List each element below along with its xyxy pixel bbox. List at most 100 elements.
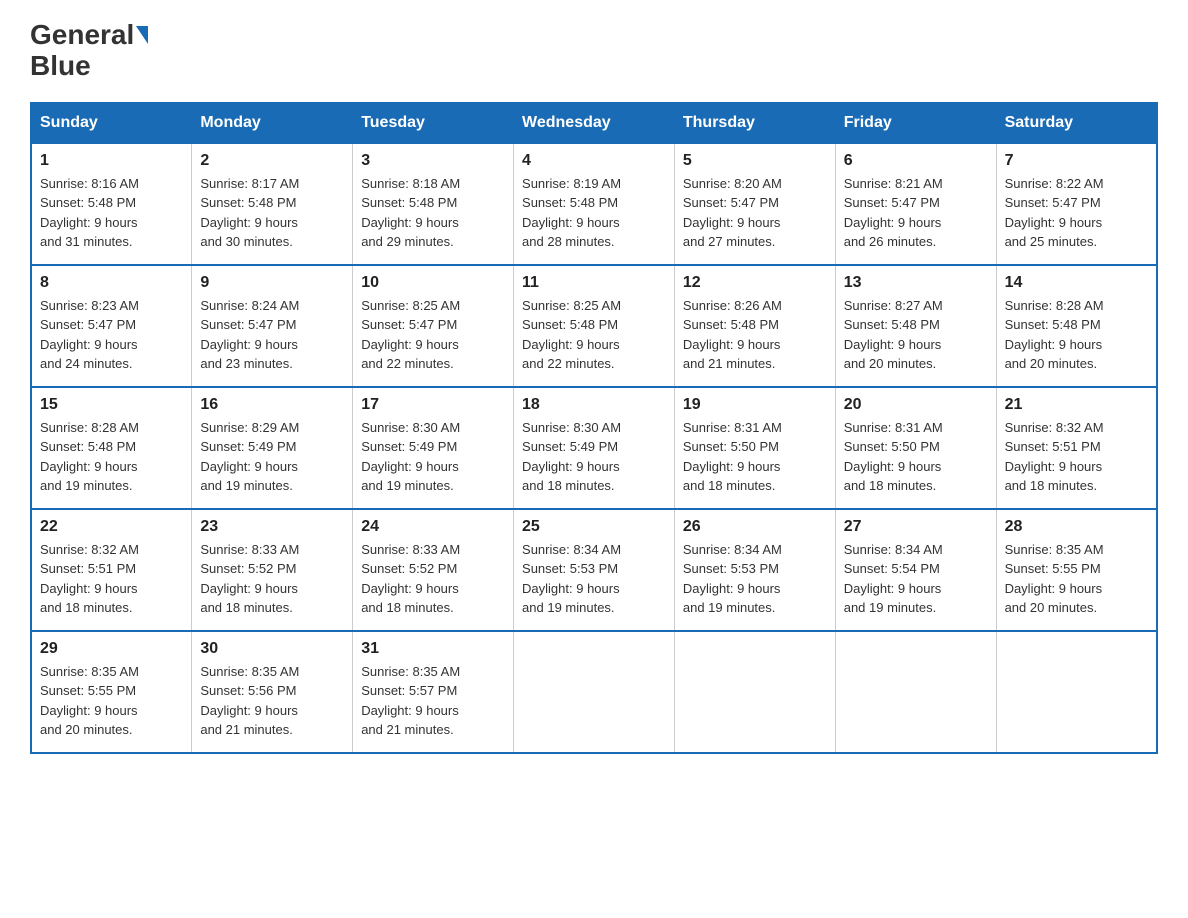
- day-number: 12: [683, 274, 827, 292]
- day-info: Sunrise: 8:30 AM Sunset: 5:49 PM Dayligh…: [522, 418, 666, 496]
- calendar-cell: 29 Sunrise: 8:35 AM Sunset: 5:55 PM Dayl…: [31, 631, 192, 753]
- day-info: Sunrise: 8:26 AM Sunset: 5:48 PM Dayligh…: [683, 296, 827, 374]
- day-info: Sunrise: 8:25 AM Sunset: 5:47 PM Dayligh…: [361, 296, 505, 374]
- calendar-cell: 13 Sunrise: 8:27 AM Sunset: 5:48 PM Dayl…: [835, 265, 996, 387]
- day-number: 9: [200, 274, 344, 292]
- day-number: 7: [1005, 152, 1148, 170]
- day-info: Sunrise: 8:18 AM Sunset: 5:48 PM Dayligh…: [361, 174, 505, 252]
- day-info: Sunrise: 8:23 AM Sunset: 5:47 PM Dayligh…: [40, 296, 183, 374]
- day-info: Sunrise: 8:32 AM Sunset: 5:51 PM Dayligh…: [1005, 418, 1148, 496]
- day-info: Sunrise: 8:31 AM Sunset: 5:50 PM Dayligh…: [844, 418, 988, 496]
- calendar-cell: [514, 631, 675, 753]
- day-info: Sunrise: 8:20 AM Sunset: 5:47 PM Dayligh…: [683, 174, 827, 252]
- day-number: 24: [361, 518, 505, 536]
- calendar-cell: 9 Sunrise: 8:24 AM Sunset: 5:47 PM Dayli…: [192, 265, 353, 387]
- day-info: Sunrise: 8:34 AM Sunset: 5:54 PM Dayligh…: [844, 540, 988, 618]
- day-info: Sunrise: 8:35 AM Sunset: 5:55 PM Dayligh…: [1005, 540, 1148, 618]
- day-number: 31: [361, 640, 505, 658]
- calendar-cell: 30 Sunrise: 8:35 AM Sunset: 5:56 PM Dayl…: [192, 631, 353, 753]
- calendar-header-row: SundayMondayTuesdayWednesdayThursdayFrid…: [31, 103, 1157, 143]
- day-number: 25: [522, 518, 666, 536]
- day-number: 13: [844, 274, 988, 292]
- week-row-2: 8 Sunrise: 8:23 AM Sunset: 5:47 PM Dayli…: [31, 265, 1157, 387]
- calendar-cell: 31 Sunrise: 8:35 AM Sunset: 5:57 PM Dayl…: [353, 631, 514, 753]
- day-info: Sunrise: 8:34 AM Sunset: 5:53 PM Dayligh…: [683, 540, 827, 618]
- day-info: Sunrise: 8:33 AM Sunset: 5:52 PM Dayligh…: [200, 540, 344, 618]
- day-info: Sunrise: 8:21 AM Sunset: 5:47 PM Dayligh…: [844, 174, 988, 252]
- calendar-cell: 8 Sunrise: 8:23 AM Sunset: 5:47 PM Dayli…: [31, 265, 192, 387]
- calendar-cell: 23 Sunrise: 8:33 AM Sunset: 5:52 PM Dayl…: [192, 509, 353, 631]
- day-info: Sunrise: 8:35 AM Sunset: 5:56 PM Dayligh…: [200, 662, 344, 740]
- calendar-cell: 10 Sunrise: 8:25 AM Sunset: 5:47 PM Dayl…: [353, 265, 514, 387]
- day-number: 6: [844, 152, 988, 170]
- calendar-cell: 7 Sunrise: 8:22 AM Sunset: 5:47 PM Dayli…: [996, 143, 1157, 265]
- day-info: Sunrise: 8:35 AM Sunset: 5:57 PM Dayligh…: [361, 662, 505, 740]
- calendar-cell: 22 Sunrise: 8:32 AM Sunset: 5:51 PM Dayl…: [31, 509, 192, 631]
- calendar-cell: 11 Sunrise: 8:25 AM Sunset: 5:48 PM Dayl…: [514, 265, 675, 387]
- day-number: 15: [40, 396, 183, 414]
- week-row-5: 29 Sunrise: 8:35 AM Sunset: 5:55 PM Dayl…: [31, 631, 1157, 753]
- day-number: 20: [844, 396, 988, 414]
- day-info: Sunrise: 8:19 AM Sunset: 5:48 PM Dayligh…: [522, 174, 666, 252]
- calendar-cell: [674, 631, 835, 753]
- logo-general-text: General: [30, 20, 134, 51]
- day-number: 16: [200, 396, 344, 414]
- calendar-cell: 20 Sunrise: 8:31 AM Sunset: 5:50 PM Dayl…: [835, 387, 996, 509]
- calendar-cell: 25 Sunrise: 8:34 AM Sunset: 5:53 PM Dayl…: [514, 509, 675, 631]
- calendar-cell: 5 Sunrise: 8:20 AM Sunset: 5:47 PM Dayli…: [674, 143, 835, 265]
- calendar-cell: 12 Sunrise: 8:26 AM Sunset: 5:48 PM Dayl…: [674, 265, 835, 387]
- calendar-cell: [835, 631, 996, 753]
- day-number: 5: [683, 152, 827, 170]
- day-info: Sunrise: 8:25 AM Sunset: 5:48 PM Dayligh…: [522, 296, 666, 374]
- day-info: Sunrise: 8:32 AM Sunset: 5:51 PM Dayligh…: [40, 540, 183, 618]
- calendar-cell: 21 Sunrise: 8:32 AM Sunset: 5:51 PM Dayl…: [996, 387, 1157, 509]
- logo-blue-text: Blue: [30, 51, 91, 82]
- day-number: 19: [683, 396, 827, 414]
- day-number: 14: [1005, 274, 1148, 292]
- calendar-cell: 17 Sunrise: 8:30 AM Sunset: 5:49 PM Dayl…: [353, 387, 514, 509]
- day-info: Sunrise: 8:28 AM Sunset: 5:48 PM Dayligh…: [1005, 296, 1148, 374]
- calendar-cell: 18 Sunrise: 8:30 AM Sunset: 5:49 PM Dayl…: [514, 387, 675, 509]
- day-info: Sunrise: 8:17 AM Sunset: 5:48 PM Dayligh…: [200, 174, 344, 252]
- day-number: 4: [522, 152, 666, 170]
- day-number: 29: [40, 640, 183, 658]
- header-wednesday: Wednesday: [514, 103, 675, 143]
- day-number: 10: [361, 274, 505, 292]
- calendar-cell: 14 Sunrise: 8:28 AM Sunset: 5:48 PM Dayl…: [996, 265, 1157, 387]
- day-number: 8: [40, 274, 183, 292]
- day-number: 28: [1005, 518, 1148, 536]
- calendar-cell: 1 Sunrise: 8:16 AM Sunset: 5:48 PM Dayli…: [31, 143, 192, 265]
- day-number: 3: [361, 152, 505, 170]
- calendar-cell: 2 Sunrise: 8:17 AM Sunset: 5:48 PM Dayli…: [192, 143, 353, 265]
- header-thursday: Thursday: [674, 103, 835, 143]
- day-number: 26: [683, 518, 827, 536]
- day-number: 1: [40, 152, 183, 170]
- calendar-cell: 24 Sunrise: 8:33 AM Sunset: 5:52 PM Dayl…: [353, 509, 514, 631]
- day-number: 2: [200, 152, 344, 170]
- day-number: 30: [200, 640, 344, 658]
- day-info: Sunrise: 8:16 AM Sunset: 5:48 PM Dayligh…: [40, 174, 183, 252]
- logo: General Blue: [30, 20, 148, 82]
- calendar-cell: 6 Sunrise: 8:21 AM Sunset: 5:47 PM Dayli…: [835, 143, 996, 265]
- calendar-cell: [996, 631, 1157, 753]
- day-number: 22: [40, 518, 183, 536]
- header-sunday: Sunday: [31, 103, 192, 143]
- day-info: Sunrise: 8:35 AM Sunset: 5:55 PM Dayligh…: [40, 662, 183, 740]
- week-row-3: 15 Sunrise: 8:28 AM Sunset: 5:48 PM Dayl…: [31, 387, 1157, 509]
- day-info: Sunrise: 8:33 AM Sunset: 5:52 PM Dayligh…: [361, 540, 505, 618]
- day-info: Sunrise: 8:27 AM Sunset: 5:48 PM Dayligh…: [844, 296, 988, 374]
- day-info: Sunrise: 8:31 AM Sunset: 5:50 PM Dayligh…: [683, 418, 827, 496]
- header-friday: Friday: [835, 103, 996, 143]
- header-saturday: Saturday: [996, 103, 1157, 143]
- calendar-cell: 16 Sunrise: 8:29 AM Sunset: 5:49 PM Dayl…: [192, 387, 353, 509]
- page-header: General Blue: [30, 20, 1158, 82]
- header-monday: Monday: [192, 103, 353, 143]
- week-row-1: 1 Sunrise: 8:16 AM Sunset: 5:48 PM Dayli…: [31, 143, 1157, 265]
- calendar-cell: 3 Sunrise: 8:18 AM Sunset: 5:48 PM Dayli…: [353, 143, 514, 265]
- day-number: 18: [522, 396, 666, 414]
- day-number: 17: [361, 396, 505, 414]
- day-number: 27: [844, 518, 988, 536]
- calendar-cell: 15 Sunrise: 8:28 AM Sunset: 5:48 PM Dayl…: [31, 387, 192, 509]
- calendar-cell: 4 Sunrise: 8:19 AM Sunset: 5:48 PM Dayli…: [514, 143, 675, 265]
- header-tuesday: Tuesday: [353, 103, 514, 143]
